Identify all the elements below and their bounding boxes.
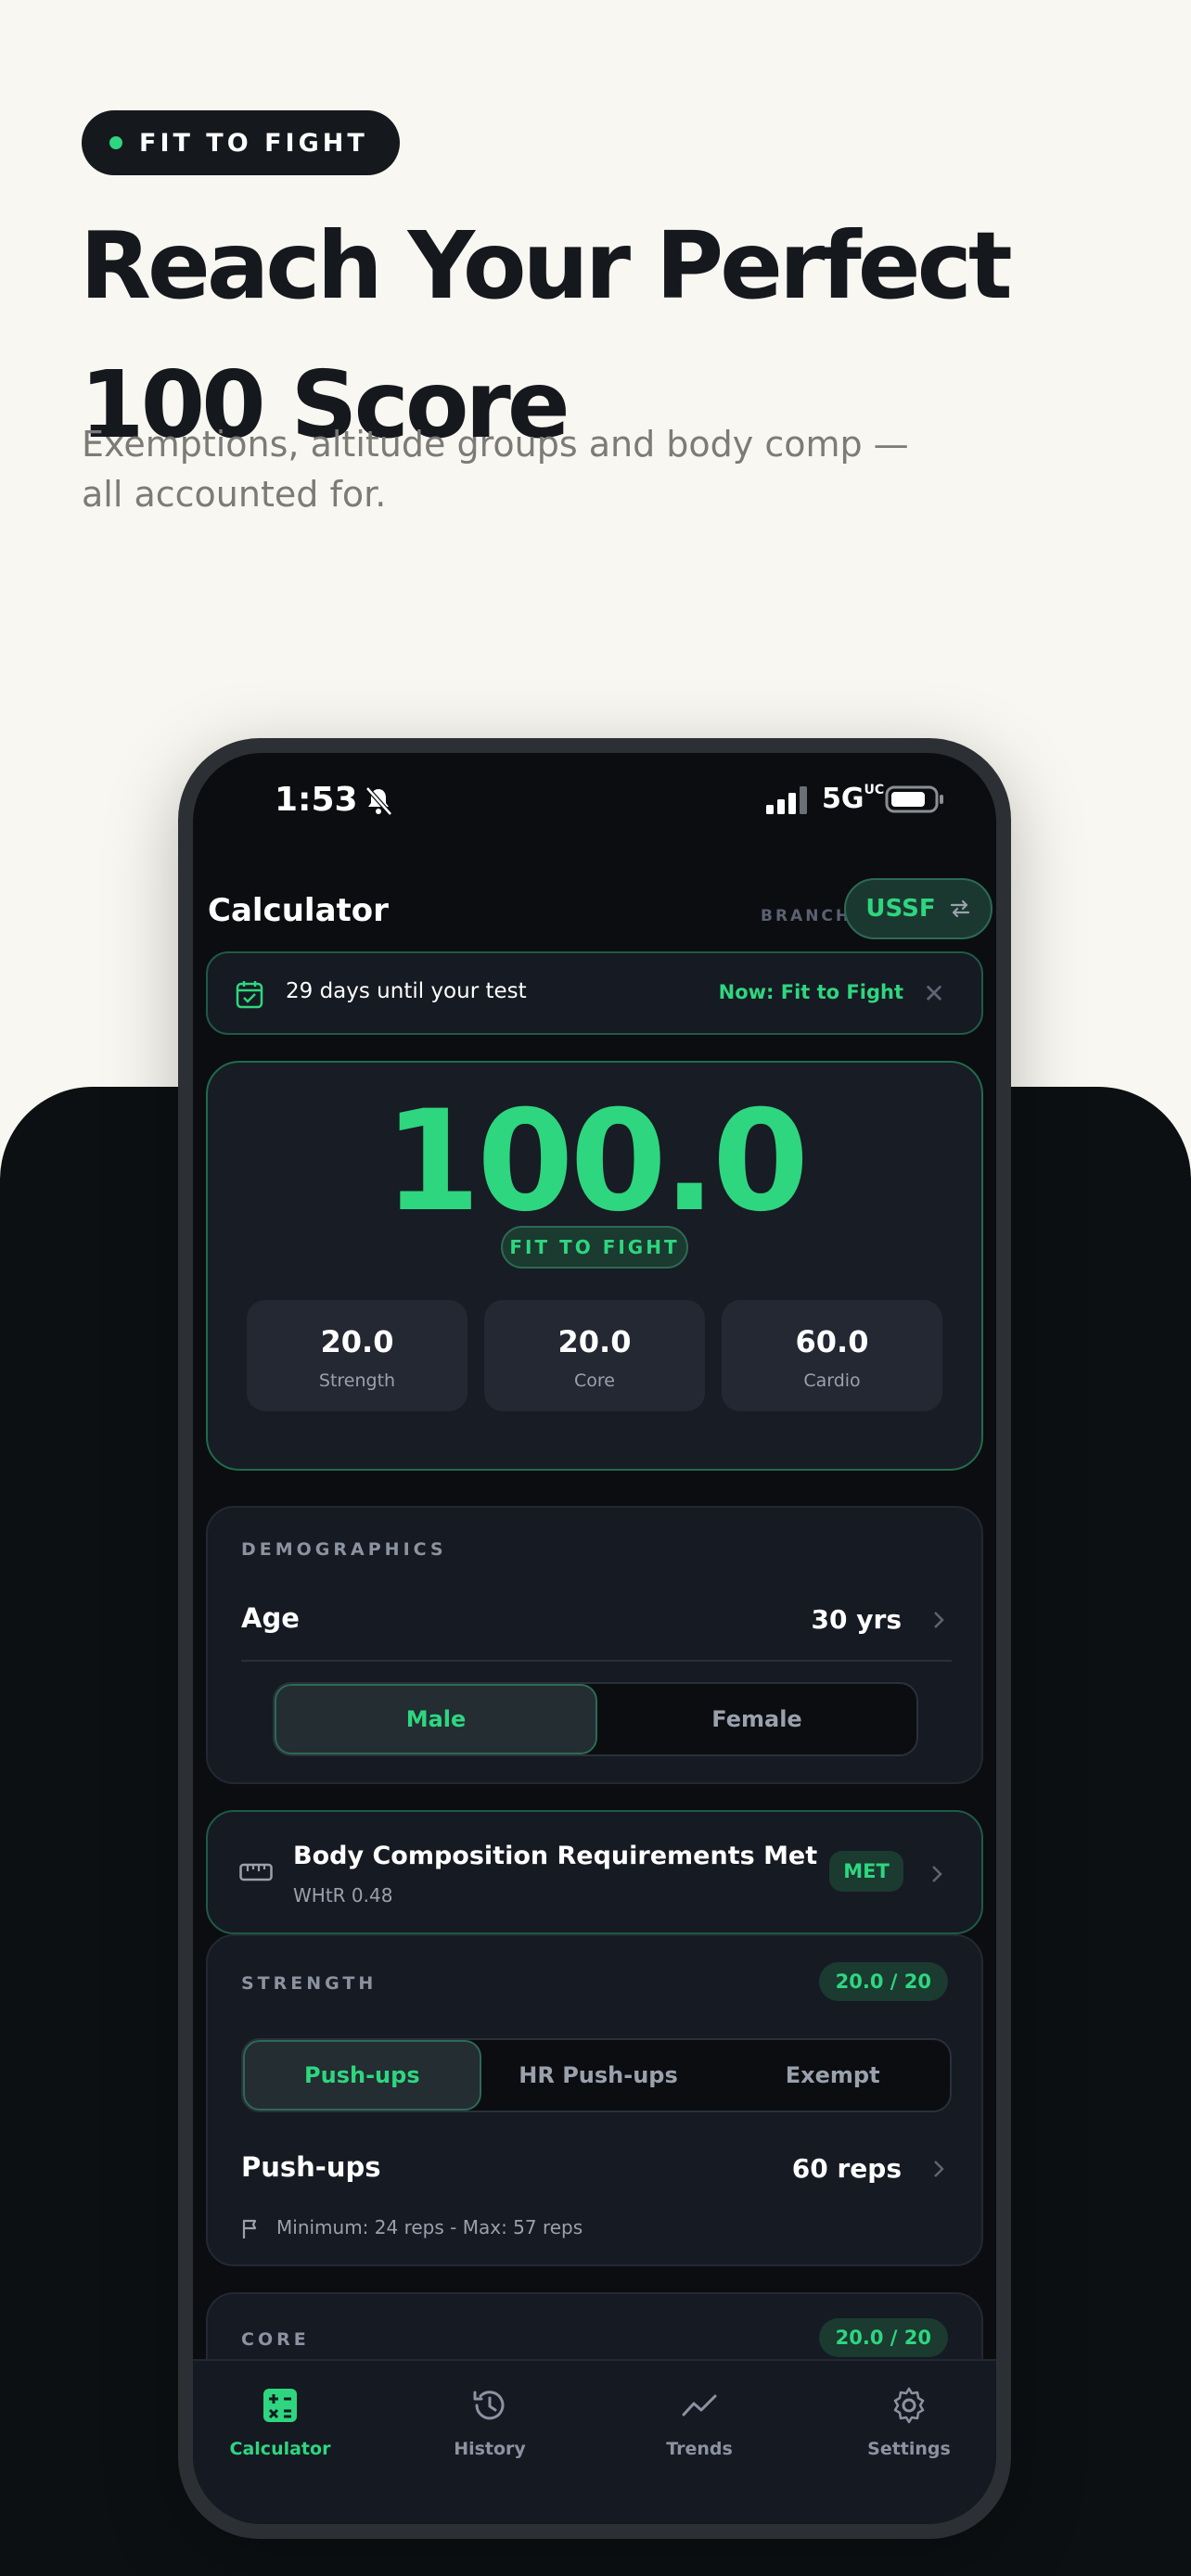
swap-icon	[950, 899, 969, 918]
body-composition-row[interactable]: Body Composition Requirements Met WHtR 0…	[206, 1810, 983, 1934]
history-icon	[473, 2391, 505, 2420]
pushups-label: Push-ups	[241, 2151, 381, 2183]
calculator-icon	[263, 2389, 297, 2422]
core-score-value: 20.0	[557, 1324, 632, 1359]
ruler-icon	[239, 1863, 273, 1881]
status-bar: 1:53 5GUC	[193, 753, 996, 846]
phone-screen: 1:53 5GUC Calculator BRANCH USSF 29 days…	[193, 753, 996, 2524]
strength-exercise-selector: Push-ups HR Push-ups Exempt	[241, 2038, 952, 2112]
chevron-right-icon	[932, 1866, 942, 1882]
battery-icon	[885, 785, 943, 813]
demographics-section-label: DEMOGRAPHICS	[241, 1539, 447, 1560]
chevron-right-icon	[934, 2161, 944, 2177]
calendar-check-icon	[236, 981, 263, 1009]
tab-calculator-label: Calculator	[229, 2439, 331, 2459]
sex-selector: Male Female	[273, 1682, 918, 1756]
status-time: 1:53	[275, 781, 358, 819]
gear-icon	[893, 2387, 925, 2424]
phone-frame: 1:53 5GUC Calculator BRANCH USSF 29 days…	[178, 738, 1011, 2539]
core-section-label: CORE	[241, 2329, 310, 2350]
core-score-tile: 20.0 Core	[484, 1300, 705, 1411]
total-score-card: 100.0 FIT TO FIGHT 20.0 Strength 20.0 Co…	[206, 1061, 983, 1471]
strength-points-badge: 20.0 / 20	[818, 1962, 948, 2001]
strength-score-value: 20.0	[320, 1324, 394, 1359]
flag-icon	[242, 2219, 257, 2238]
age-row[interactable]: Age 30 yrs	[208, 1582, 981, 1656]
chevron-right-icon	[934, 1612, 944, 1628]
countdown-message: 29 days until your test	[286, 979, 527, 1003]
tab-trends-label: Trends	[666, 2439, 733, 2459]
trends-icon	[682, 2394, 717, 2417]
status-dot	[109, 136, 122, 149]
bell-slash-icon	[365, 786, 392, 816]
strength-score-label: Strength	[318, 1371, 396, 1391]
total-score: 100.0	[383, 1081, 809, 1243]
branch-label: BRANCH	[761, 907, 852, 925]
promo-headline-line1: Reach Your Perfect	[80, 211, 1013, 320]
page-title: Calculator	[208, 892, 389, 929]
tab-history-label: History	[454, 2439, 526, 2459]
pushups-value: 60 reps	[791, 2153, 902, 2184]
age-value: 30 yrs	[811, 1604, 902, 1635]
branch-switch-button[interactable]: USSF	[844, 878, 992, 939]
score-status-badge: FIT TO FIGHT	[501, 1226, 688, 1269]
demographics-card: DEMOGRAPHICS Age 30 yrs Male Female	[206, 1506, 983, 1784]
pushups-reps-row[interactable]: Push-ups 60 reps	[208, 2135, 981, 2200]
tab-calculator[interactable]: Calculator	[197, 2385, 364, 2459]
body-comp-title: Body Composition Requirements Met	[293, 1842, 818, 1870]
close-icon[interactable]: ✕	[922, 977, 946, 1011]
strength-option-pushups[interactable]: Push-ups	[243, 2040, 481, 2111]
strength-option-exempt[interactable]: Exempt	[715, 2040, 950, 2111]
promo-tag-label: FIT TO FIGHT	[139, 128, 368, 158]
promo-subtitle: Exemptions, altitude groups and body com…	[82, 424, 909, 515]
network-sup: UC	[864, 783, 885, 797]
core-points-badge: 20.0 / 20	[818, 2318, 948, 2357]
strength-section-label: STRENGTH	[241, 1973, 378, 1994]
tab-trends[interactable]: Trends	[616, 2385, 783, 2459]
tab-history[interactable]: History	[406, 2385, 573, 2459]
body-comp-detail: WHtR 0.48	[293, 1884, 393, 1906]
tab-settings[interactable]: Settings	[826, 2385, 992, 2459]
cardio-score-label: Cardio	[803, 1371, 861, 1391]
tab-settings-label: Settings	[867, 2439, 951, 2459]
core-score-label: Core	[574, 1371, 615, 1391]
pushups-min-max: Minimum: 24 reps - Max: 57 reps	[276, 2216, 583, 2238]
branch-value: USSF	[865, 895, 936, 923]
sex-option-female[interactable]: Female	[597, 1684, 916, 1754]
promo-tag: FIT TO FIGHT	[82, 110, 400, 175]
test-countdown-banner[interactable]: 29 days until your test Now: Fit to Figh…	[206, 951, 983, 1035]
signal-icon	[766, 786, 807, 814]
age-label: Age	[241, 1602, 300, 1634]
network-indicator: 5GUC	[822, 783, 884, 815]
sex-option-male[interactable]: Male	[275, 1684, 597, 1754]
tab-bar: Calculator History Trends Settings	[193, 2359, 996, 2524]
network-label: 5G	[822, 783, 864, 815]
strength-card: STRENGTH 20.0 / 20 Push-ups HR Push-ups …	[206, 1934, 983, 2266]
cardio-score-value: 60.0	[795, 1324, 869, 1359]
body-comp-status-badge: MET	[829, 1851, 903, 1892]
cardio-score-tile: 60.0 Cardio	[722, 1300, 942, 1411]
strength-score-tile: 20.0 Strength	[247, 1300, 467, 1411]
divider	[241, 1660, 952, 1662]
strength-option-hr-pushups[interactable]: HR Push-ups	[481, 2040, 716, 2111]
current-phase-label: Now: Fit to Fight	[718, 981, 903, 1003]
